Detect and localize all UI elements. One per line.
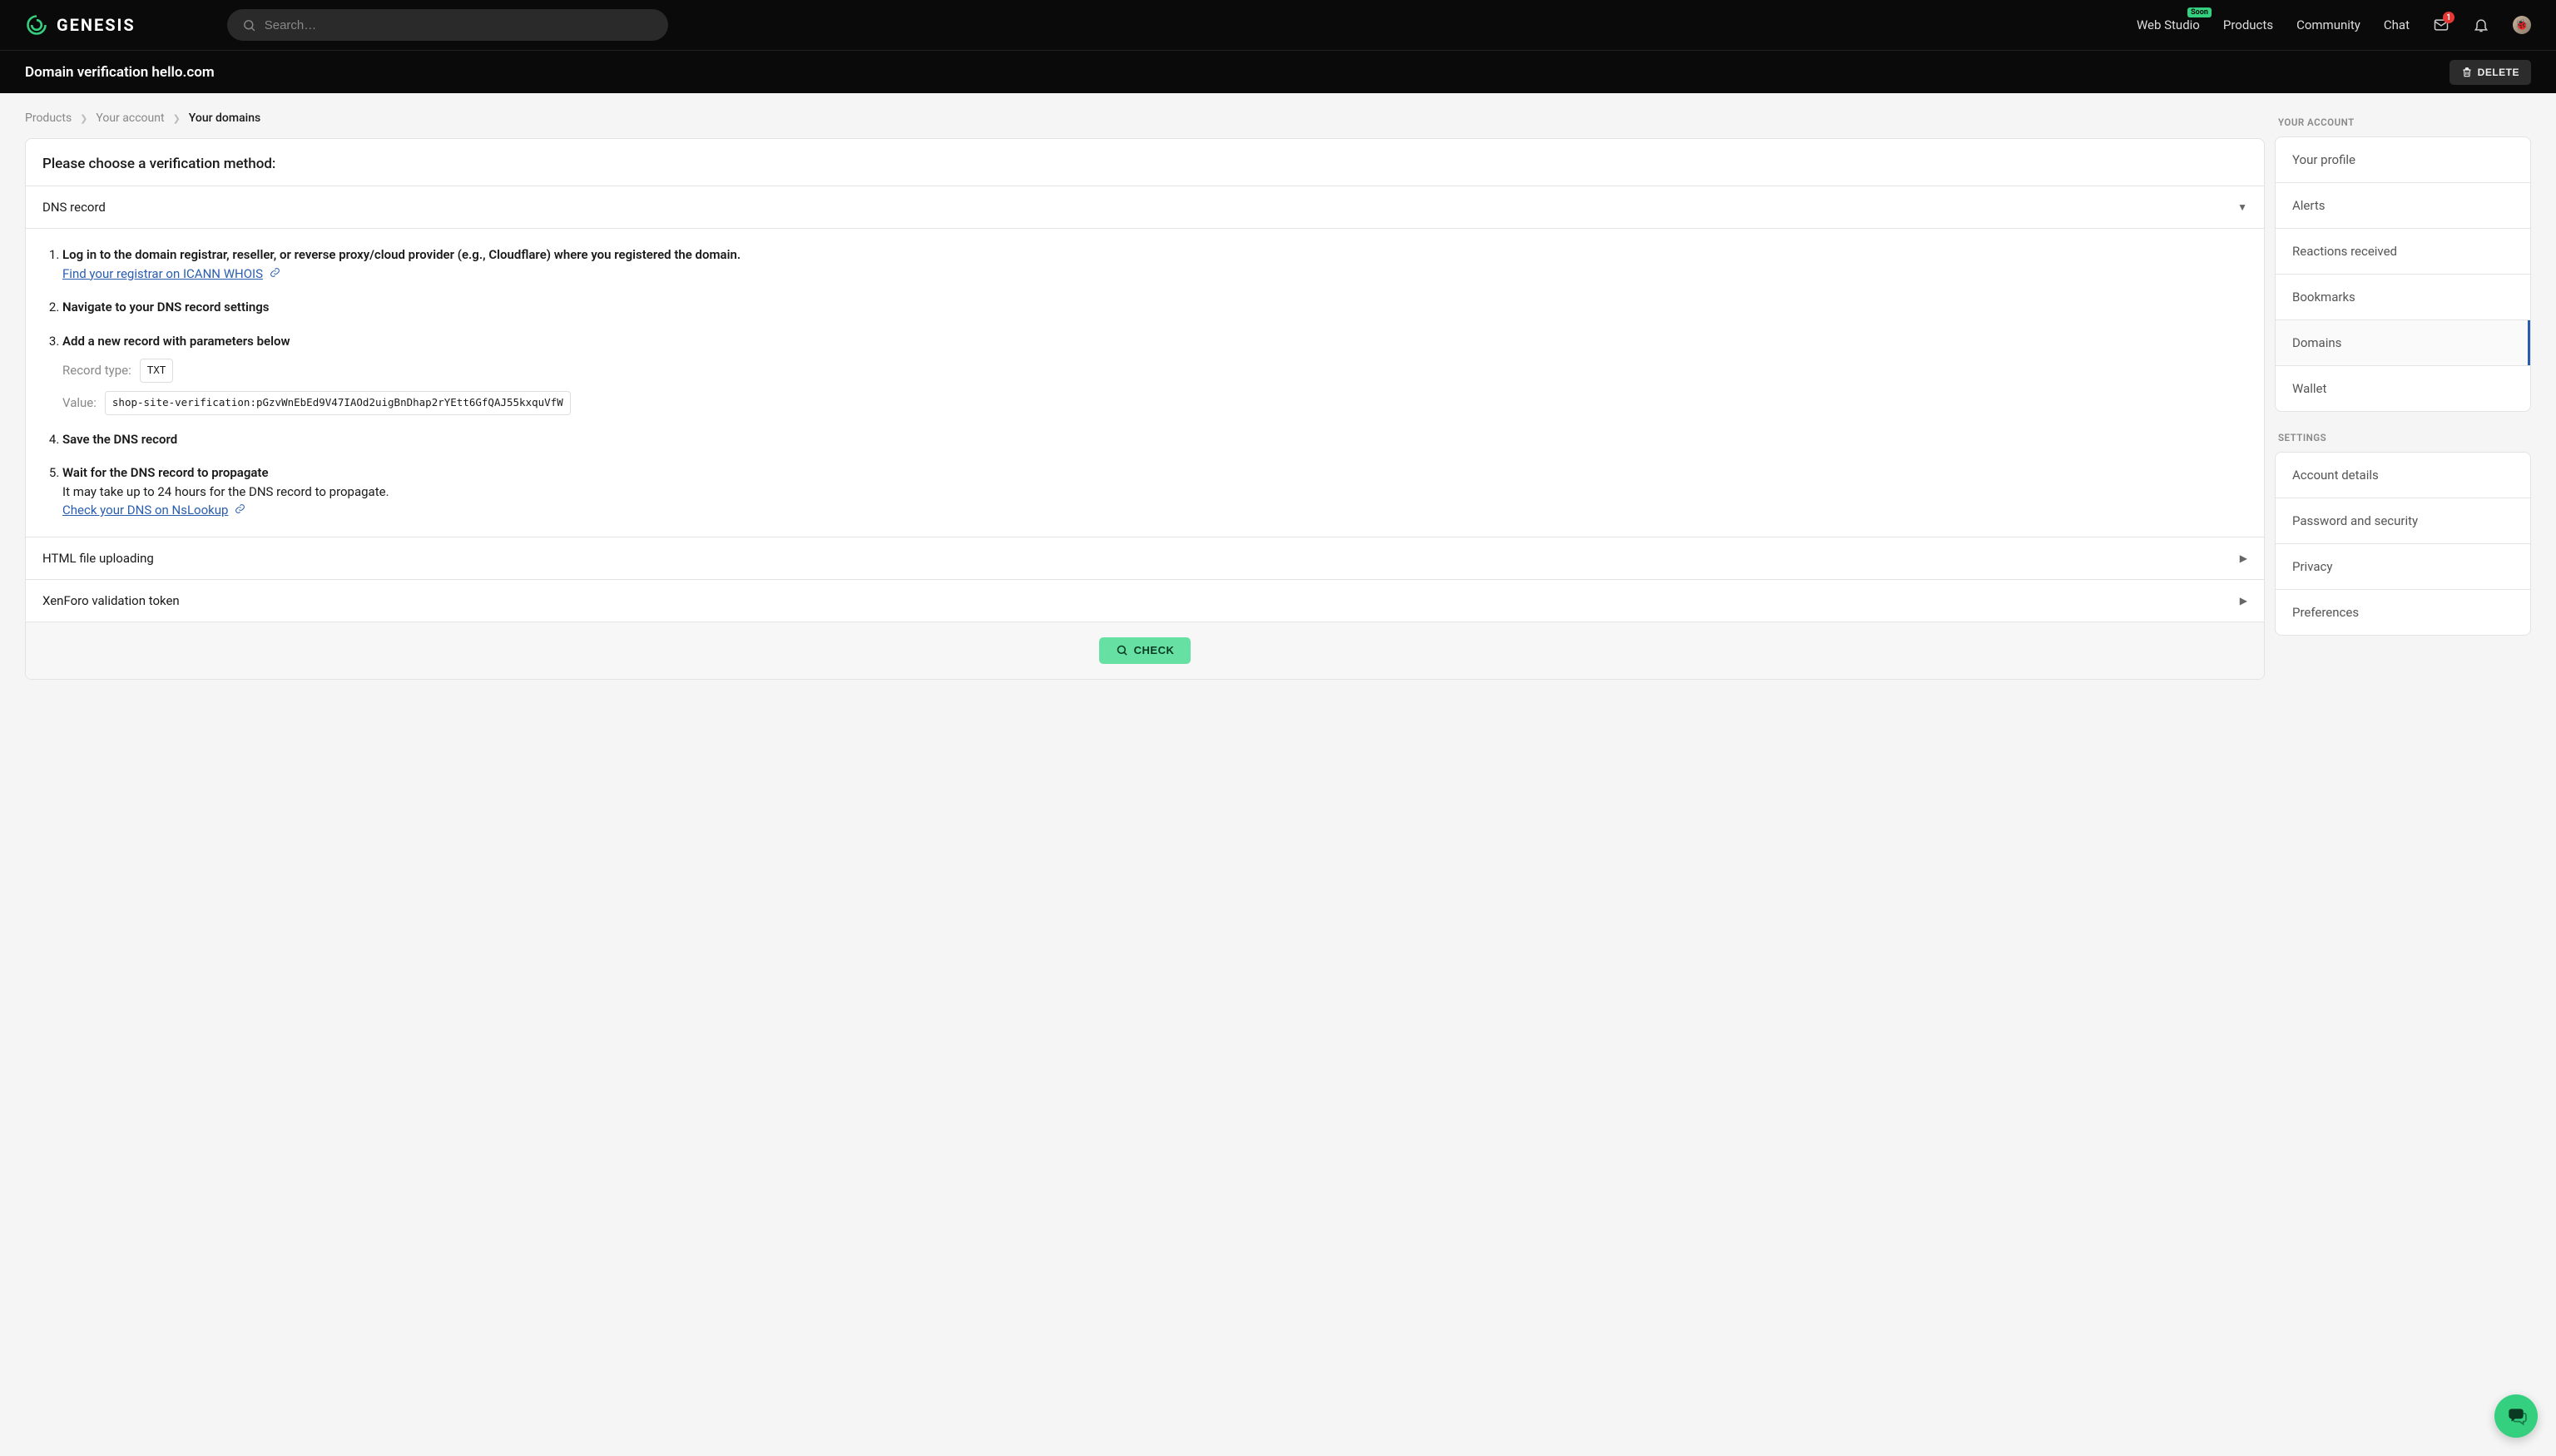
chevron-right-icon: ❯ — [80, 113, 87, 124]
mail-icon[interactable]: 1 — [2433, 17, 2450, 33]
sidebar-item-alerts[interactable]: Alerts — [2276, 183, 2530, 229]
nav-products[interactable]: Products — [2223, 17, 2273, 32]
dns-method-body: Log in to the domain registrar, reseller… — [26, 228, 2264, 537]
chevron-right-icon: ❯ — [173, 113, 181, 124]
nslookup-link[interactable]: Check your DNS on NsLookup — [62, 503, 228, 518]
record-type-value: TXT — [140, 359, 174, 383]
search-icon — [242, 18, 256, 32]
account-menu: Your profileAlertsReactions receivedBook… — [2275, 136, 2531, 412]
brand-logo[interactable]: GENESIS — [25, 13, 136, 37]
bell-icon[interactable] — [2473, 17, 2489, 33]
sidebar-item-preferences[interactable]: Preferences — [2276, 590, 2530, 635]
verification-card: Please choose a verification method: DNS… — [25, 138, 2265, 680]
method-token-row[interactable]: XenForo validation token ▶ — [26, 579, 2264, 622]
sidebar-item-your-profile[interactable]: Your profile — [2276, 137, 2530, 183]
brand-name: GENESIS — [57, 15, 136, 35]
chat-bubbles-icon — [2505, 1405, 2527, 1427]
sidebar-item-privacy[interactable]: Privacy — [2276, 544, 2530, 590]
crumb-products[interactable]: Products — [25, 111, 72, 125]
external-link-icon — [270, 266, 280, 281]
method-dns-row[interactable]: DNS record ▼ — [26, 186, 2264, 228]
crumb-current: Your domains — [189, 111, 260, 125]
step-3-title: Add a new record with parameters below — [62, 334, 290, 349]
settings-menu: Account detailsPassword and securityPriv… — [2275, 452, 2531, 636]
step-5-desc: It may take up to 24 hours for the DNS r… — [62, 484, 389, 499]
card-footer: CHECK — [26, 622, 2264, 679]
breadcrumb: Products ❯ Your account ❯ Your domains — [25, 111, 2265, 125]
step-2-title: Navigate to your DNS record settings — [62, 300, 270, 314]
page-header: Domain verification hello.com DELETE — [0, 50, 2556, 93]
page-title: Domain verification hello.com — [25, 64, 215, 81]
chat-fab[interactable] — [2494, 1394, 2538, 1438]
whois-link[interactable]: Find your registrar on ICANN WHOIS — [62, 266, 263, 281]
method-html-row[interactable]: HTML file uploading ▶ — [26, 537, 2264, 579]
sidebar-item-bookmarks[interactable]: Bookmarks — [2276, 275, 2530, 320]
trash-icon — [2461, 67, 2473, 78]
sidebar-item-wallet[interactable]: Wallet — [2276, 366, 2530, 411]
step-5-title: Wait for the DNS record to propagate — [62, 465, 269, 480]
logo-icon — [25, 13, 48, 37]
soon-badge: Soon — [2187, 7, 2212, 17]
nav-chat[interactable]: Chat — [2384, 17, 2410, 32]
sidebar-item-account-details[interactable]: Account details — [2276, 453, 2530, 498]
check-button[interactable]: CHECK — [1099, 637, 1191, 664]
value-value: shop-site-verification:pGzvWnEbEd9V47IAO… — [105, 391, 571, 415]
avatar[interactable]: 🐞 — [2513, 16, 2531, 34]
caret-right-icon: ▶ — [2240, 595, 2247, 607]
value-label: Value: — [62, 394, 97, 413]
nav-web-studio[interactable]: Web Studio Soon — [2137, 17, 2200, 32]
sidebar-item-domains[interactable]: Domains — [2276, 320, 2530, 366]
search-icon — [1116, 644, 1128, 656]
sidebar-item-password-and-security[interactable]: Password and security — [2276, 498, 2530, 544]
card-heading: Please choose a verification method: — [26, 139, 2264, 186]
external-link-icon — [235, 503, 245, 518]
caret-right-icon: ▶ — [2240, 552, 2247, 564]
step-4-title: Save the DNS record — [62, 432, 177, 447]
nav-community[interactable]: Community — [2296, 17, 2360, 32]
caret-down-icon: ▼ — [2237, 201, 2247, 213]
step-1-title: Log in to the domain registrar, reseller… — [62, 247, 741, 262]
topnav: Web Studio Soon Products Community Chat … — [2137, 16, 2531, 34]
topbar: GENESIS Web Studio Soon Products Communi… — [0, 0, 2556, 50]
side-heading-settings: SETTINGS — [2278, 432, 2531, 443]
delete-button[interactable]: DELETE — [2450, 60, 2531, 85]
search-input[interactable] — [265, 18, 653, 32]
record-type-label: Record type: — [62, 361, 131, 380]
search-bar[interactable] — [227, 9, 668, 41]
sidebar-item-reactions-received[interactable]: Reactions received — [2276, 229, 2530, 275]
crumb-account[interactable]: Your account — [96, 111, 164, 125]
mail-badge: 1 — [2443, 12, 2454, 23]
side-heading-account: YOUR ACCOUNT — [2278, 116, 2531, 128]
